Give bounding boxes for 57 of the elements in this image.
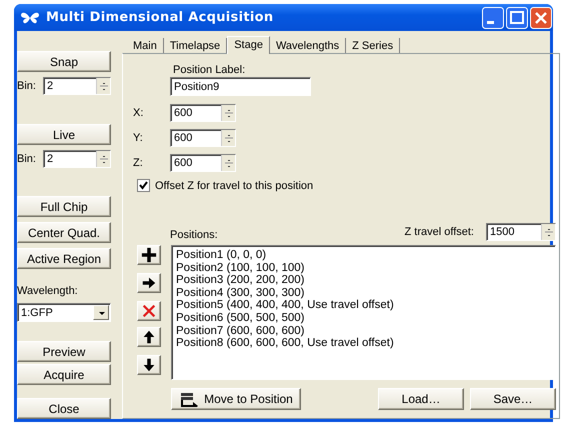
list-item[interactable]: Position4 (300, 300, 300) [176, 286, 551, 300]
sidebar-button[interactable]: Live [17, 124, 111, 145]
close-button[interactable] [530, 6, 552, 28]
checkbox-label: Offset Z for travel to this position [155, 180, 314, 192]
coordinate-label: X: [133, 107, 144, 119]
wavelength-label: Wavelength: [17, 285, 79, 297]
list-item[interactable]: Position3 (200, 200, 200) [176, 274, 551, 287]
coordinate-field[interactable]: 600 [170, 104, 236, 122]
add-button[interactable] [137, 245, 161, 265]
list-item[interactable]: Position1 (0, 0, 0) [176, 249, 551, 262]
bin-label: Bin: [17, 80, 36, 92]
position-label-field[interactable]: Position9 [170, 77, 311, 96]
stage-move-icon [179, 391, 200, 407]
positions-list[interactable] [171, 245, 556, 380]
sidebar-button[interactable]: Preview [17, 341, 111, 362]
sidebar-button[interactable]: Snap [17, 51, 111, 72]
file-button[interactable]: Save… [470, 388, 556, 410]
window-title: Multi Dimensional Acquisition [46, 10, 274, 25]
list-item[interactable]: Position7 (600, 600, 600) [176, 324, 551, 338]
minimize-button[interactable] [482, 6, 504, 28]
list-item[interactable]: Position8 (600, 600, 600, Use travel offset) [176, 337, 551, 350]
list-item[interactable]: Position2 (100, 100, 100) [176, 262, 551, 274]
sidebar-button[interactable]: Close [17, 398, 111, 419]
coordinate-field[interactable]: 600 [170, 129, 236, 147]
arrow-down-button[interactable] [137, 355, 161, 375]
arrow-down-icon [141, 357, 157, 373]
arrow-up-button[interactable] [137, 327, 161, 347]
add-icon [141, 247, 157, 263]
sidebar-button[interactable]: Center Quad. [17, 222, 111, 243]
coordinate-label: Y: [133, 132, 144, 144]
caret-icon[interactable] [93, 305, 109, 320]
tab[interactable]: Stage [227, 36, 270, 54]
bin-field[interactable]: 2 [43, 77, 111, 95]
bin-field[interactable]: 2 [43, 150, 111, 168]
delete-button[interactable] [137, 301, 161, 321]
sidebar-button[interactable]: Full Chip [17, 196, 111, 217]
maximize-button[interactable] [506, 6, 528, 28]
z-travel-offset-field[interactable]: 1500 [486, 223, 556, 241]
move-to-position-button[interactable]: Move to Position [171, 388, 301, 410]
arrow-up-icon [141, 329, 157, 345]
bin-label: Bin: [17, 153, 36, 165]
coordinate-field[interactable]: 600 [170, 154, 236, 172]
position-label-caption: Position Label: [173, 64, 246, 76]
arrow-right-icon [141, 275, 157, 291]
z-travel-offset-label: Z travel offset: [404, 226, 474, 238]
butterfly-icon [20, 10, 40, 24]
positions-label: Positions: [170, 229, 218, 241]
list-item[interactable]: Position5 (400, 400, 400, Use travel offset) [176, 299, 551, 312]
list-item[interactable]: Position6 (500, 500, 500) [176, 312, 551, 325]
arrow-right-button[interactable] [137, 273, 161, 293]
wavelength-dropdown[interactable]: 1:GFP [17, 303, 111, 322]
sidebar-button[interactable]: Active Region [17, 248, 111, 269]
coordinate-label: Z: [133, 157, 144, 169]
file-button[interactable]: Load… [378, 388, 464, 410]
sidebar-button[interactable]: Acquire [17, 364, 111, 385]
checkbox[interactable] [137, 179, 150, 192]
delete-icon [141, 303, 157, 319]
